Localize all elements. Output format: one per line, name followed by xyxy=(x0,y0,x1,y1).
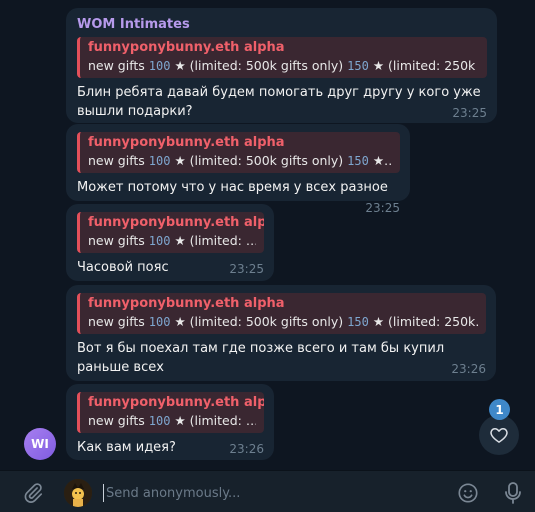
sender-avatar[interactable]: WI xyxy=(24,428,56,460)
text-cursor xyxy=(103,484,104,502)
message-time: 23:25 xyxy=(365,201,400,215)
attach-button[interactable] xyxy=(22,482,44,508)
message-time: 23:26 xyxy=(451,362,486,376)
emoji-button[interactable] xyxy=(457,482,479,508)
heart-icon xyxy=(490,428,508,443)
reactions-button[interactable] xyxy=(479,415,519,455)
reply-quote[interactable]: funnyponybunny.eth alpha new gifts 100 ★… xyxy=(77,37,487,78)
message-bubble[interactable]: funnyponybunny.eth alpha new gifts 100 ★… xyxy=(66,384,274,460)
message-time: 23:25 xyxy=(452,106,487,120)
reply-author: funnyponybunny.eth alpha xyxy=(88,135,285,150)
reply-preview: new gifts 100 ★ (limited: 500k gifts onl… xyxy=(88,314,478,329)
reply-quote[interactable]: funnyponybunny.eth alpha new gifts 100 ★… xyxy=(77,392,264,433)
reply-preview: new gifts 100 ★ (limited: 500k gifts onl… xyxy=(88,153,392,168)
message-text: Как вам идея? 23:26 xyxy=(77,440,264,456)
message-bubble[interactable]: funnyponybunny.eth alpha new gifts 100 ★… xyxy=(66,124,410,215)
reply-preview: new gifts 100 ★ (limited: 500k gifts onl… xyxy=(88,58,479,73)
message-time: 23:26 xyxy=(229,442,264,456)
unread-reaction-badge[interactable]: 1 xyxy=(489,399,510,420)
reply-author: funnyponybunny.eth alpha xyxy=(88,40,285,55)
reply-author: funnyponybunny.eth alpha xyxy=(88,215,264,230)
character-icon xyxy=(64,479,92,507)
microphone-icon xyxy=(505,482,521,504)
reply-quote[interactable]: funnyponybunny.eth alpha new gifts 100 ★… xyxy=(77,212,264,253)
message-text: Часовой пояс 23:25 xyxy=(77,260,264,276)
message-bubble[interactable]: WOM Intimates funnyponybunny.eth alpha n… xyxy=(66,8,497,123)
paperclip-icon xyxy=(24,483,43,503)
emoji-icon xyxy=(458,483,478,503)
message-composer xyxy=(0,470,535,512)
message-bubble[interactable]: funnyponybunny.eth alpha new gifts 100 ★… xyxy=(66,285,496,381)
message-time: 23:25 xyxy=(229,262,264,276)
reply-author: funnyponybunny.eth alpha xyxy=(88,296,285,311)
message-input[interactable] xyxy=(106,481,436,505)
message-text: Блин ребята давай будем помогать друг др… xyxy=(77,85,487,120)
message-bubble[interactable]: funnyponybunny.eth alpha new gifts 100 ★… xyxy=(66,204,274,281)
reply-preview: new gifts 100 ★ (limited: … xyxy=(88,413,256,428)
chat-history[interactable]: WOM Intimates funnyponybunny.eth alpha n… xyxy=(0,0,535,470)
send-as-avatar[interactable] xyxy=(64,479,92,507)
message-text: Вот я бы поехал там где позже всего и та… xyxy=(77,341,486,376)
message-text: Может потому что у нас время у всех разн… xyxy=(77,180,400,215)
reply-author: funnyponybunny.eth alpha xyxy=(88,395,264,410)
reply-quote[interactable]: funnyponybunny.eth alpha new gifts 100 ★… xyxy=(77,132,400,173)
reply-preview: new gifts 100 ★ (limited: … xyxy=(88,233,256,248)
sender-name[interactable]: WOM Intimates xyxy=(77,16,487,34)
voice-record-button[interactable] xyxy=(503,481,523,509)
reply-quote[interactable]: funnyponybunny.eth alpha new gifts 100 ★… xyxy=(77,293,486,334)
